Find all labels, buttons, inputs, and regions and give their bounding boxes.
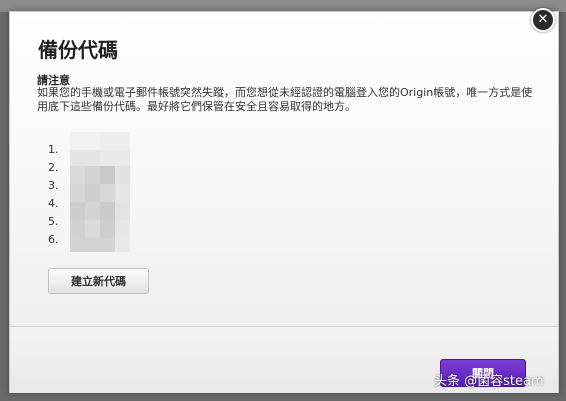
close-icon[interactable]: ✕ [531,8,555,32]
code-item-6: 6. [48,233,59,246]
blurred-codes [70,132,130,252]
backup-codes-dialog: 備份代碼 請注意 如果您的手機或電子郵件帳號突然失蹤，而您想從未經認證的電腦登入… [9,11,559,393]
backup-code-list: 1. 2. 3. 4. 5. 6. [48,141,59,249]
code-item-3: 3. [48,179,59,192]
code-item-4: 4. [48,197,59,210]
code-item-5: 5. [48,215,59,228]
dialog-title: 備份代碼 [38,38,118,62]
code-item-2: 2. [48,161,59,174]
create-new-codes-button[interactable]: 建立新代碼 [48,268,149,294]
notice-text: 如果您的手機或電子郵件帳號突然失蹤，而您想從未經認證的電腦登入您的Origin帳… [37,86,533,113]
code-item-1: 1. [48,143,59,156]
watermark: 头条 @菌容steam [434,374,544,389]
